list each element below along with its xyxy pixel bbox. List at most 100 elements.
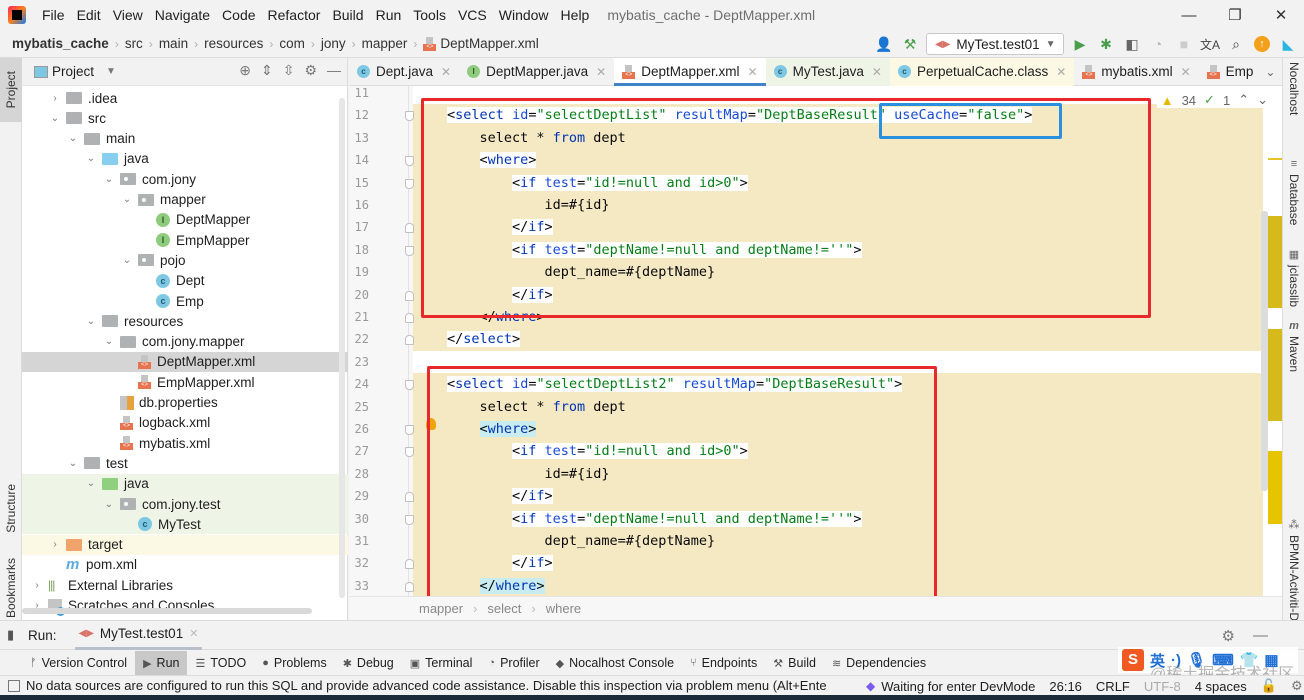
locate-icon[interactable]: ⊕ [239,62,251,79]
menu-run[interactable]: Run [370,0,408,30]
scroll-marker[interactable] [1268,216,1282,308]
status-message[interactable]: No data sources are configured to run th… [26,678,827,693]
tree-item[interactable]: I DeptMapper [22,210,348,230]
tool-window-problems[interactable]: ● Problems [254,651,334,675]
breadcrumb-select[interactable]: select [487,601,521,616]
tree-item[interactable]: ⌄ main [22,129,348,149]
editor-tab[interactable]: c Dept.java ✕ [349,58,459,86]
hide-icon[interactable]: — [327,62,341,79]
tool-window-profiler[interactable]: ◔ Profiler [480,651,547,675]
tree-item[interactable]: ⌄ java [22,473,348,494]
breadcrumb-item[interactable]: mapper [362,36,408,51]
expand-all-icon[interactable]: ⇕ [261,62,273,79]
menu-window[interactable]: Window [493,0,555,30]
breadcrumb-item[interactable]: src [125,36,143,51]
breadcrumb-item[interactable]: jony [321,36,346,51]
tree-item[interactable]: ⌄ test [22,453,348,473]
close-icon[interactable]: ✕ [748,65,758,79]
run-tab-mytest[interactable]: ◀▶ MyTest.test01 ✕ [74,620,203,650]
breadcrumb-item[interactable]: resources [204,36,263,51]
tree-item[interactable]: m pom.xml [22,555,348,575]
gear-icon[interactable]: ⚙ [1222,627,1235,645]
editor-tab[interactable]: c PerpetualCache.class ✕ [889,57,1075,86]
chevron-down-icon[interactable]: ⌄ [48,113,62,124]
project-vertical-scrollbar[interactable] [339,98,345,598]
tree-item[interactable]: DeptMapper.xml [22,351,348,372]
chevron-down-icon[interactable]: ⌄ [120,255,134,266]
close-icon[interactable]: ✕ [189,627,198,640]
editor-tab[interactable]: mybatis.xml ✕ [1074,58,1198,86]
chevron-right-icon[interactable]: › [48,539,62,550]
tool-window-dependencies[interactable]: ≋ Dependencies [824,651,934,675]
chevron-right-icon[interactable]: › [48,93,62,104]
menu-code[interactable]: Code [216,0,261,30]
chevron-down-icon[interactable]: ⌄ [84,316,98,327]
tool-window-debug[interactable]: ✱ Debug [335,651,402,675]
tool-tab-project[interactable]: Project [0,58,22,122]
menu-build[interactable]: Build [326,0,369,30]
tree-item[interactable]: ⌄ com.jony [22,169,348,189]
close-icon[interactable]: ✕ [441,65,451,79]
user-icon[interactable]: 👤 [874,34,894,54]
menu-vcs[interactable]: VCS [452,0,493,30]
status-toggle-icon[interactable] [8,679,20,692]
devmode-status[interactable]: Waiting for enter DevMode [881,679,1035,694]
tree-item[interactable]: EmpMapper.xml [22,372,348,392]
code-editor[interactable]: 11 12 <select id="selectDeptList" resultMa… [349,86,1282,596]
tree-item[interactable]: ⌄ pojo [22,250,348,270]
previous-highlight-icon[interactable]: ⌃ [1238,92,1249,108]
translate-icon[interactable]: 文A [1200,34,1220,54]
chevron-down-icon[interactable]: ⌄ [102,499,116,510]
chevron-down-icon[interactable]: ⌄ [102,336,116,347]
debug-icon[interactable]: ✱ [1096,34,1116,54]
line-separator[interactable]: CRLF [1096,679,1130,694]
project-horizontal-scrollbar[interactable] [22,608,312,614]
file-encoding[interactable]: UTF-8 [1144,679,1181,694]
tree-item[interactable]: I EmpMapper [22,230,348,250]
editor-tab[interactable]: DeptMapper.xml ✕ [614,57,766,86]
tool-window-build[interactable]: ⚒ Build [765,651,824,675]
update-icon[interactable]: ↑ [1252,34,1272,54]
tree-item[interactable]: c Dept [22,271,348,291]
close-icon[interactable]: ✕ [1056,65,1066,79]
tool-window-nocalhost-console[interactable]: ◆ Nocalhost Console [548,651,682,675]
menu-help[interactable]: Help [555,0,596,30]
tree-item[interactable]: ⌄ resources [22,311,348,331]
chevron-down-icon[interactable]: ⌄ [66,458,80,469]
tool-window-todo[interactable]: ☰ TODO [187,651,254,675]
tree-item[interactable]: › target [22,534,348,555]
breadcrumb-item[interactable]: DeptMapper.xml [423,36,539,51]
editor-tab[interactable]: c MyTest.java ✕ [765,57,890,86]
restore-button[interactable]: ❐ [1212,0,1258,30]
code-line[interactable] [413,351,415,373]
tree-item[interactable]: ⌄ java [22,149,348,169]
tree-item[interactable]: ⌄ com.jony.test [22,494,348,514]
breadcrumb-item[interactable]: main [159,36,188,51]
search-icon[interactable]: ⌕ [1226,34,1246,54]
next-highlight-icon[interactable]: ⌄ [1257,92,1268,108]
chevron-down-icon[interactable]: ⌄ [66,133,80,144]
gear-icon[interactable]: ⚙ [304,62,317,79]
hide-icon[interactable]: — [1253,627,1268,645]
chevron-down-icon[interactable]: ⌄ [1265,65,1275,79]
chevron-down-icon[interactable]: ⌄ [84,478,98,489]
tool-window-endpoints[interactable]: ⑂ Endpoints [682,651,765,675]
tool-tab-maven[interactable]: m Maven [1283,320,1304,372]
close-icon[interactable]: ✕ [872,65,882,79]
tree-item[interactable]: c MyTest [22,514,348,535]
caret-position[interactable]: 26:16 [1049,679,1082,694]
code-line[interactable]: </select> [413,328,521,350]
tool-window-run[interactable]: ▶ Run [135,651,188,675]
menu-file[interactable]: File [36,0,71,30]
tool-window-version-control[interactable]: ᚠ Version Control [22,651,135,675]
minimize-button[interactable]: — [1166,0,1212,30]
tree-item[interactable]: › .idea [22,88,348,108]
lock-icon[interactable]: 🔓 [1261,678,1277,694]
tool-window-terminal[interactable]: ▣ Terminal [402,651,481,675]
chevron-right-icon[interactable]: › [30,580,44,591]
coverage-icon[interactable]: ◧ [1122,34,1142,54]
breadcrumb-where[interactable]: where [546,601,581,616]
tool-tab-bookmarks[interactable]: Bookmarks [0,553,22,623]
close-icon[interactable]: ✕ [1181,65,1191,79]
chevron-down-icon[interactable]: ⌄ [120,194,134,205]
